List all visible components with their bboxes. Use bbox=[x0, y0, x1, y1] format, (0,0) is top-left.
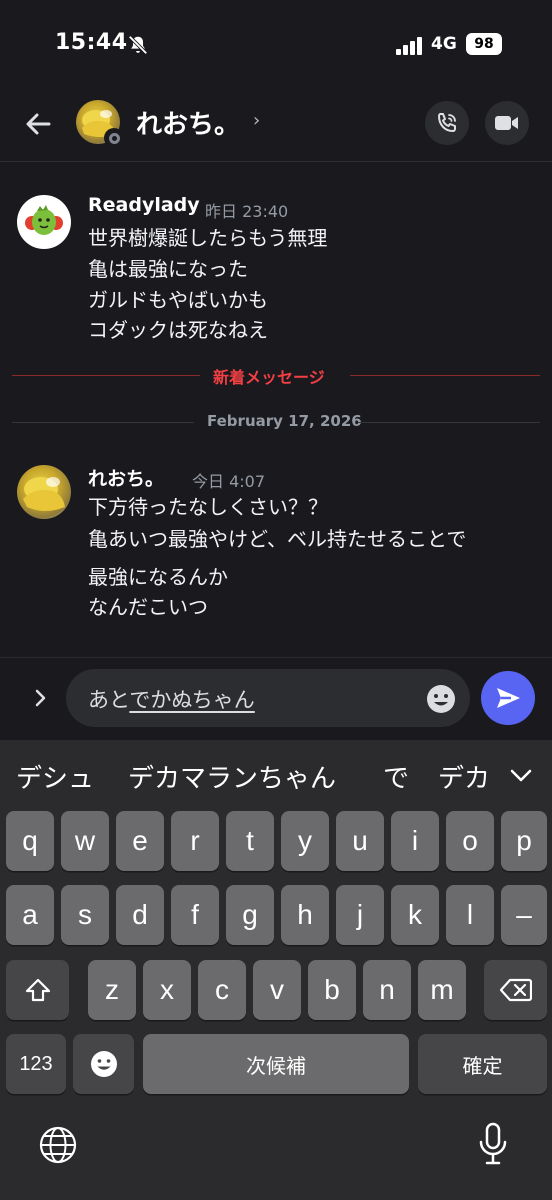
key[interactable]: o bbox=[446, 811, 494, 871]
offline-status-dot bbox=[104, 128, 124, 148]
space-key[interactable]: 次候補 bbox=[143, 1034, 409, 1094]
battery-indicator: 98 bbox=[466, 33, 502, 55]
key[interactable]: a bbox=[6, 885, 54, 945]
input-plain-text: あと bbox=[88, 688, 130, 712]
key[interactable]: j bbox=[336, 885, 384, 945]
suggestion-item[interactable]: デシュ bbox=[16, 758, 94, 795]
message-line: 亀あいつ最強やけど、ベル持たせることで bbox=[88, 527, 467, 551]
chat-title[interactable]: れおち。 bbox=[136, 104, 240, 141]
globe-icon[interactable] bbox=[38, 1125, 78, 1165]
bell-muted-icon bbox=[128, 35, 148, 55]
video-camera-icon bbox=[495, 116, 518, 130]
key[interactable]: g bbox=[226, 885, 274, 945]
key[interactable]: c bbox=[198, 960, 246, 1020]
message-input-text[interactable]: あとでかぬちゃん bbox=[88, 684, 255, 714]
header-divider bbox=[0, 161, 552, 162]
message-line: 下方待ったなしくさい？？ bbox=[88, 495, 328, 519]
microphone-icon[interactable] bbox=[477, 1122, 509, 1166]
key[interactable]: u bbox=[336, 811, 384, 871]
key[interactable]: z bbox=[88, 960, 136, 1020]
key[interactable]: e bbox=[116, 811, 164, 871]
status-time: 15:44 bbox=[55, 30, 128, 55]
message-line: 最強になるんか bbox=[88, 565, 228, 589]
chevron-down-icon[interactable] bbox=[508, 762, 534, 788]
message-author[interactable]: れおち。 bbox=[88, 464, 164, 491]
key[interactable]: p bbox=[501, 811, 547, 871]
key[interactable]: l bbox=[446, 885, 494, 945]
user-avatar[interactable] bbox=[17, 465, 71, 519]
message-line: ガルドもやばいかも bbox=[88, 288, 268, 312]
backspace-key[interactable] bbox=[484, 960, 547, 1020]
date-divider-line bbox=[12, 422, 194, 423]
message-line: なんだこいつ bbox=[88, 595, 208, 619]
key[interactable]: k bbox=[391, 885, 439, 945]
backspace-icon bbox=[499, 978, 532, 1002]
confirm-key[interactable]: 確定 bbox=[418, 1034, 547, 1094]
key[interactable]: h bbox=[281, 885, 329, 945]
shift-arrow-icon bbox=[25, 978, 50, 1002]
shift-key[interactable] bbox=[6, 960, 69, 1020]
user-avatar[interactable] bbox=[17, 195, 71, 249]
network-type: 4G bbox=[431, 34, 457, 54]
key[interactable]: w bbox=[61, 811, 109, 871]
key[interactable]: b bbox=[308, 960, 356, 1020]
key[interactable]: y bbox=[281, 811, 329, 871]
back-arrow-icon[interactable] bbox=[22, 108, 54, 140]
message-line: コダックは死なねえ bbox=[88, 318, 268, 342]
send-button[interactable] bbox=[481, 671, 535, 725]
signal-icon bbox=[396, 37, 422, 55]
key[interactable]: m bbox=[418, 960, 466, 1020]
key[interactable]: f bbox=[171, 885, 219, 945]
key[interactable]: n bbox=[363, 960, 411, 1020]
date-divider-label: February 17, 2026 bbox=[207, 412, 362, 430]
send-icon bbox=[497, 688, 520, 708]
chevron-right-icon[interactable] bbox=[28, 686, 52, 710]
new-messages-line bbox=[12, 375, 200, 376]
phone-icon bbox=[438, 113, 456, 132]
date-divider-line bbox=[358, 422, 540, 423]
key[interactable]: r bbox=[171, 811, 219, 871]
voice-call-button[interactable] bbox=[425, 101, 469, 145]
message-line: 亀は最強になった bbox=[88, 257, 248, 281]
avatar-illustration bbox=[25, 205, 63, 235]
avatar-illustration bbox=[23, 477, 65, 511]
input-composing-text: でかぬちゃん bbox=[129, 688, 255, 712]
key[interactable]: v bbox=[253, 960, 301, 1020]
message-line: 世界樹爆誕したらもう無理 bbox=[88, 226, 328, 250]
key[interactable]: t bbox=[226, 811, 274, 871]
composer-divider bbox=[0, 657, 552, 658]
message-author[interactable]: Readylady bbox=[88, 194, 200, 216]
key[interactable]: s bbox=[61, 885, 109, 945]
video-call-button[interactable] bbox=[485, 101, 529, 145]
numbers-key[interactable]: 123 bbox=[6, 1034, 66, 1094]
key[interactable]: q bbox=[6, 811, 54, 871]
emoji-face-icon bbox=[90, 1051, 117, 1077]
key[interactable]: d bbox=[116, 885, 164, 945]
suggestion-item[interactable]: デカマランちゃん bbox=[128, 758, 336, 795]
emoji-keyboard-key[interactable] bbox=[73, 1034, 134, 1094]
key[interactable]: x bbox=[143, 960, 191, 1020]
new-messages-line bbox=[350, 375, 540, 376]
emoji-icon[interactable] bbox=[425, 683, 457, 715]
suggestion-item[interactable]: デカ bbox=[438, 758, 490, 795]
suggestion-item[interactable]: で bbox=[383, 758, 409, 795]
new-messages-label: 新着メッセージ bbox=[213, 368, 325, 387]
key[interactable]: i bbox=[391, 811, 439, 871]
message-timestamp: 今日 4:07 bbox=[192, 472, 266, 491]
title-chevron-icon[interactable]: › bbox=[253, 110, 260, 131]
key[interactable]: – bbox=[501, 885, 547, 945]
message-timestamp: 昨日 23:40 bbox=[205, 202, 289, 221]
